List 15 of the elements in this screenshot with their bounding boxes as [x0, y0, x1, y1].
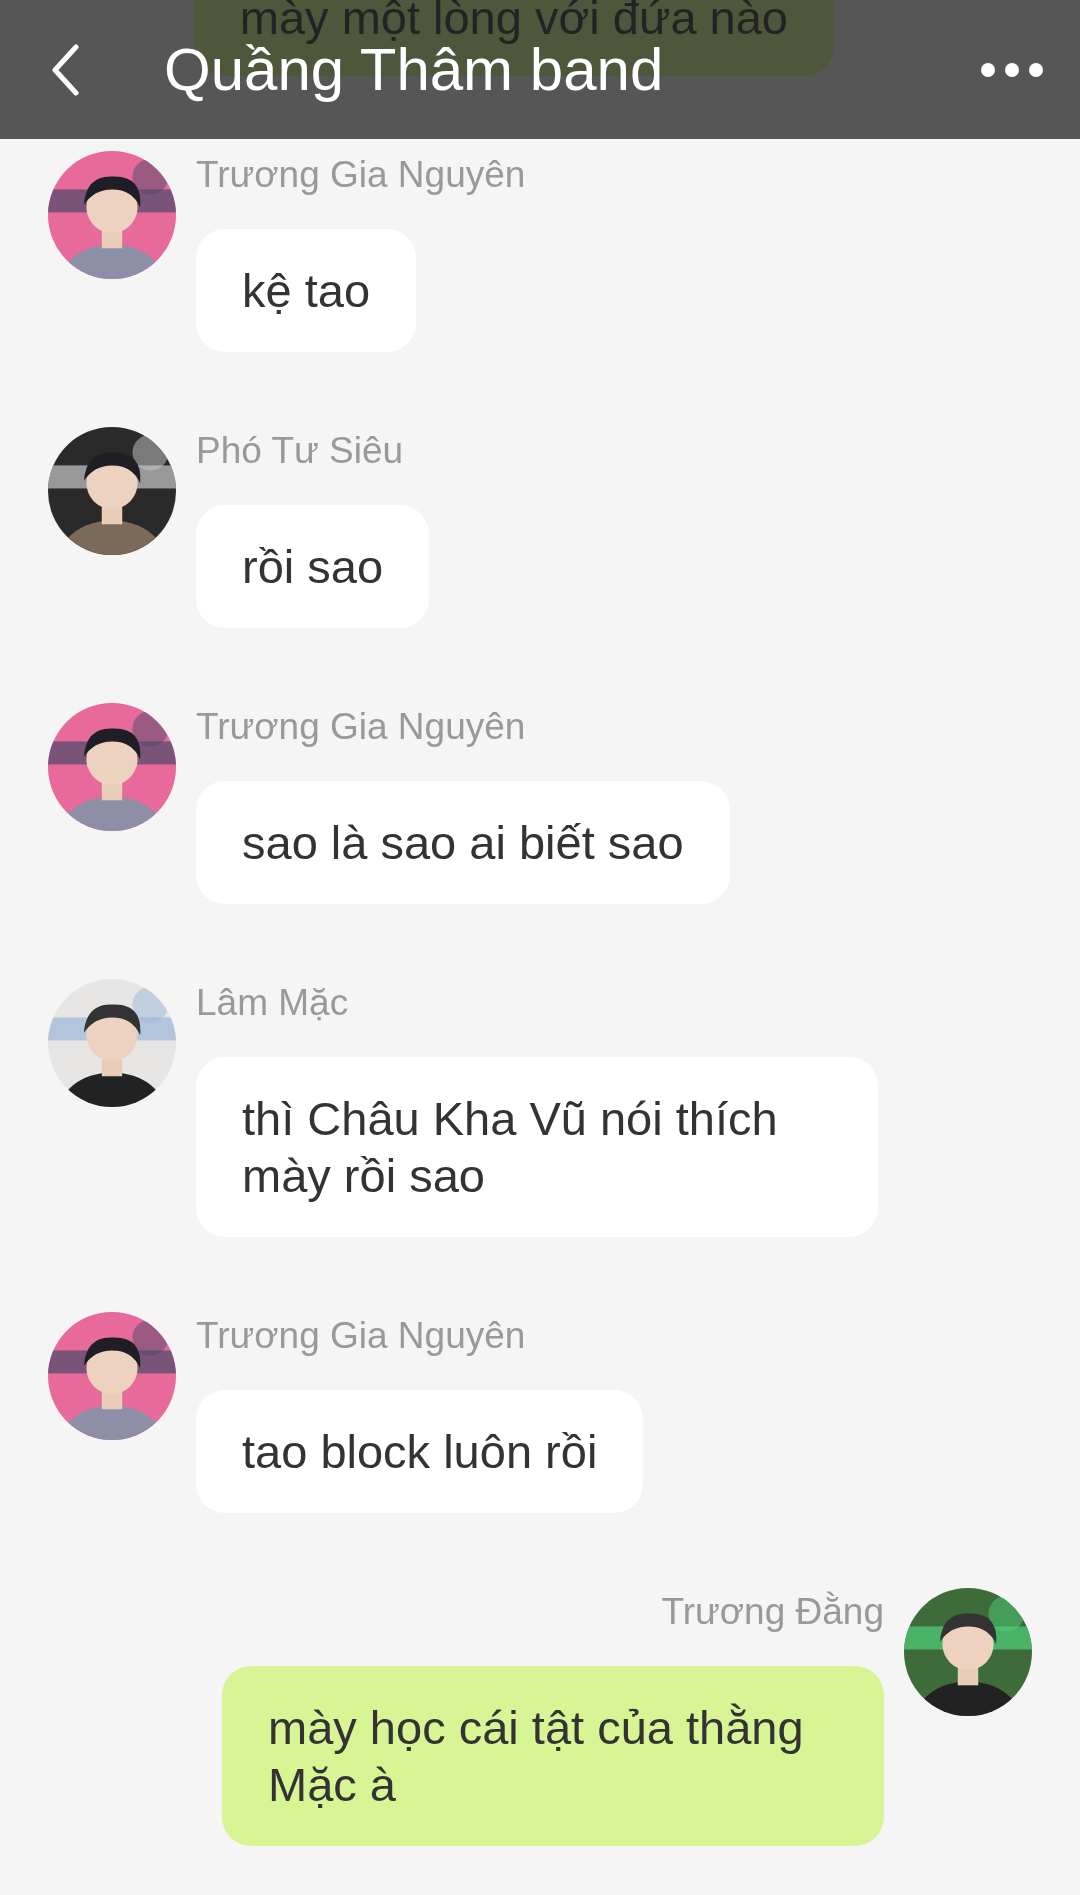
message-bubble: sao là sao ai biết sao: [196, 781, 730, 904]
sender-name: Lâm Mặc: [196, 981, 349, 1025]
more-icon[interactable]: [980, 61, 1044, 78]
sender-name: Trương Gia Nguyên: [196, 705, 526, 749]
sender-name: Trương Gia Nguyên: [196, 1314, 526, 1358]
message-bubble: kệ tao: [196, 229, 417, 352]
sender-name: Trương Gia Nguyên: [196, 153, 526, 197]
back-icon: [50, 43, 80, 96]
sender-name: Trương Đằng: [661, 1590, 884, 1634]
message-bubble: rồi sao: [196, 505, 430, 628]
message-bubble: tao block luôn rồi: [196, 1390, 644, 1513]
back-button[interactable]: [50, 43, 80, 96]
message-bubble: thì Châu Kha Vũ nói thích mày rồi sao: [196, 1057, 878, 1237]
sender-name: Phó Tư Siêu: [196, 429, 404, 473]
message-bubble: mày học cái tật của thằng Mặc à: [222, 1666, 884, 1846]
